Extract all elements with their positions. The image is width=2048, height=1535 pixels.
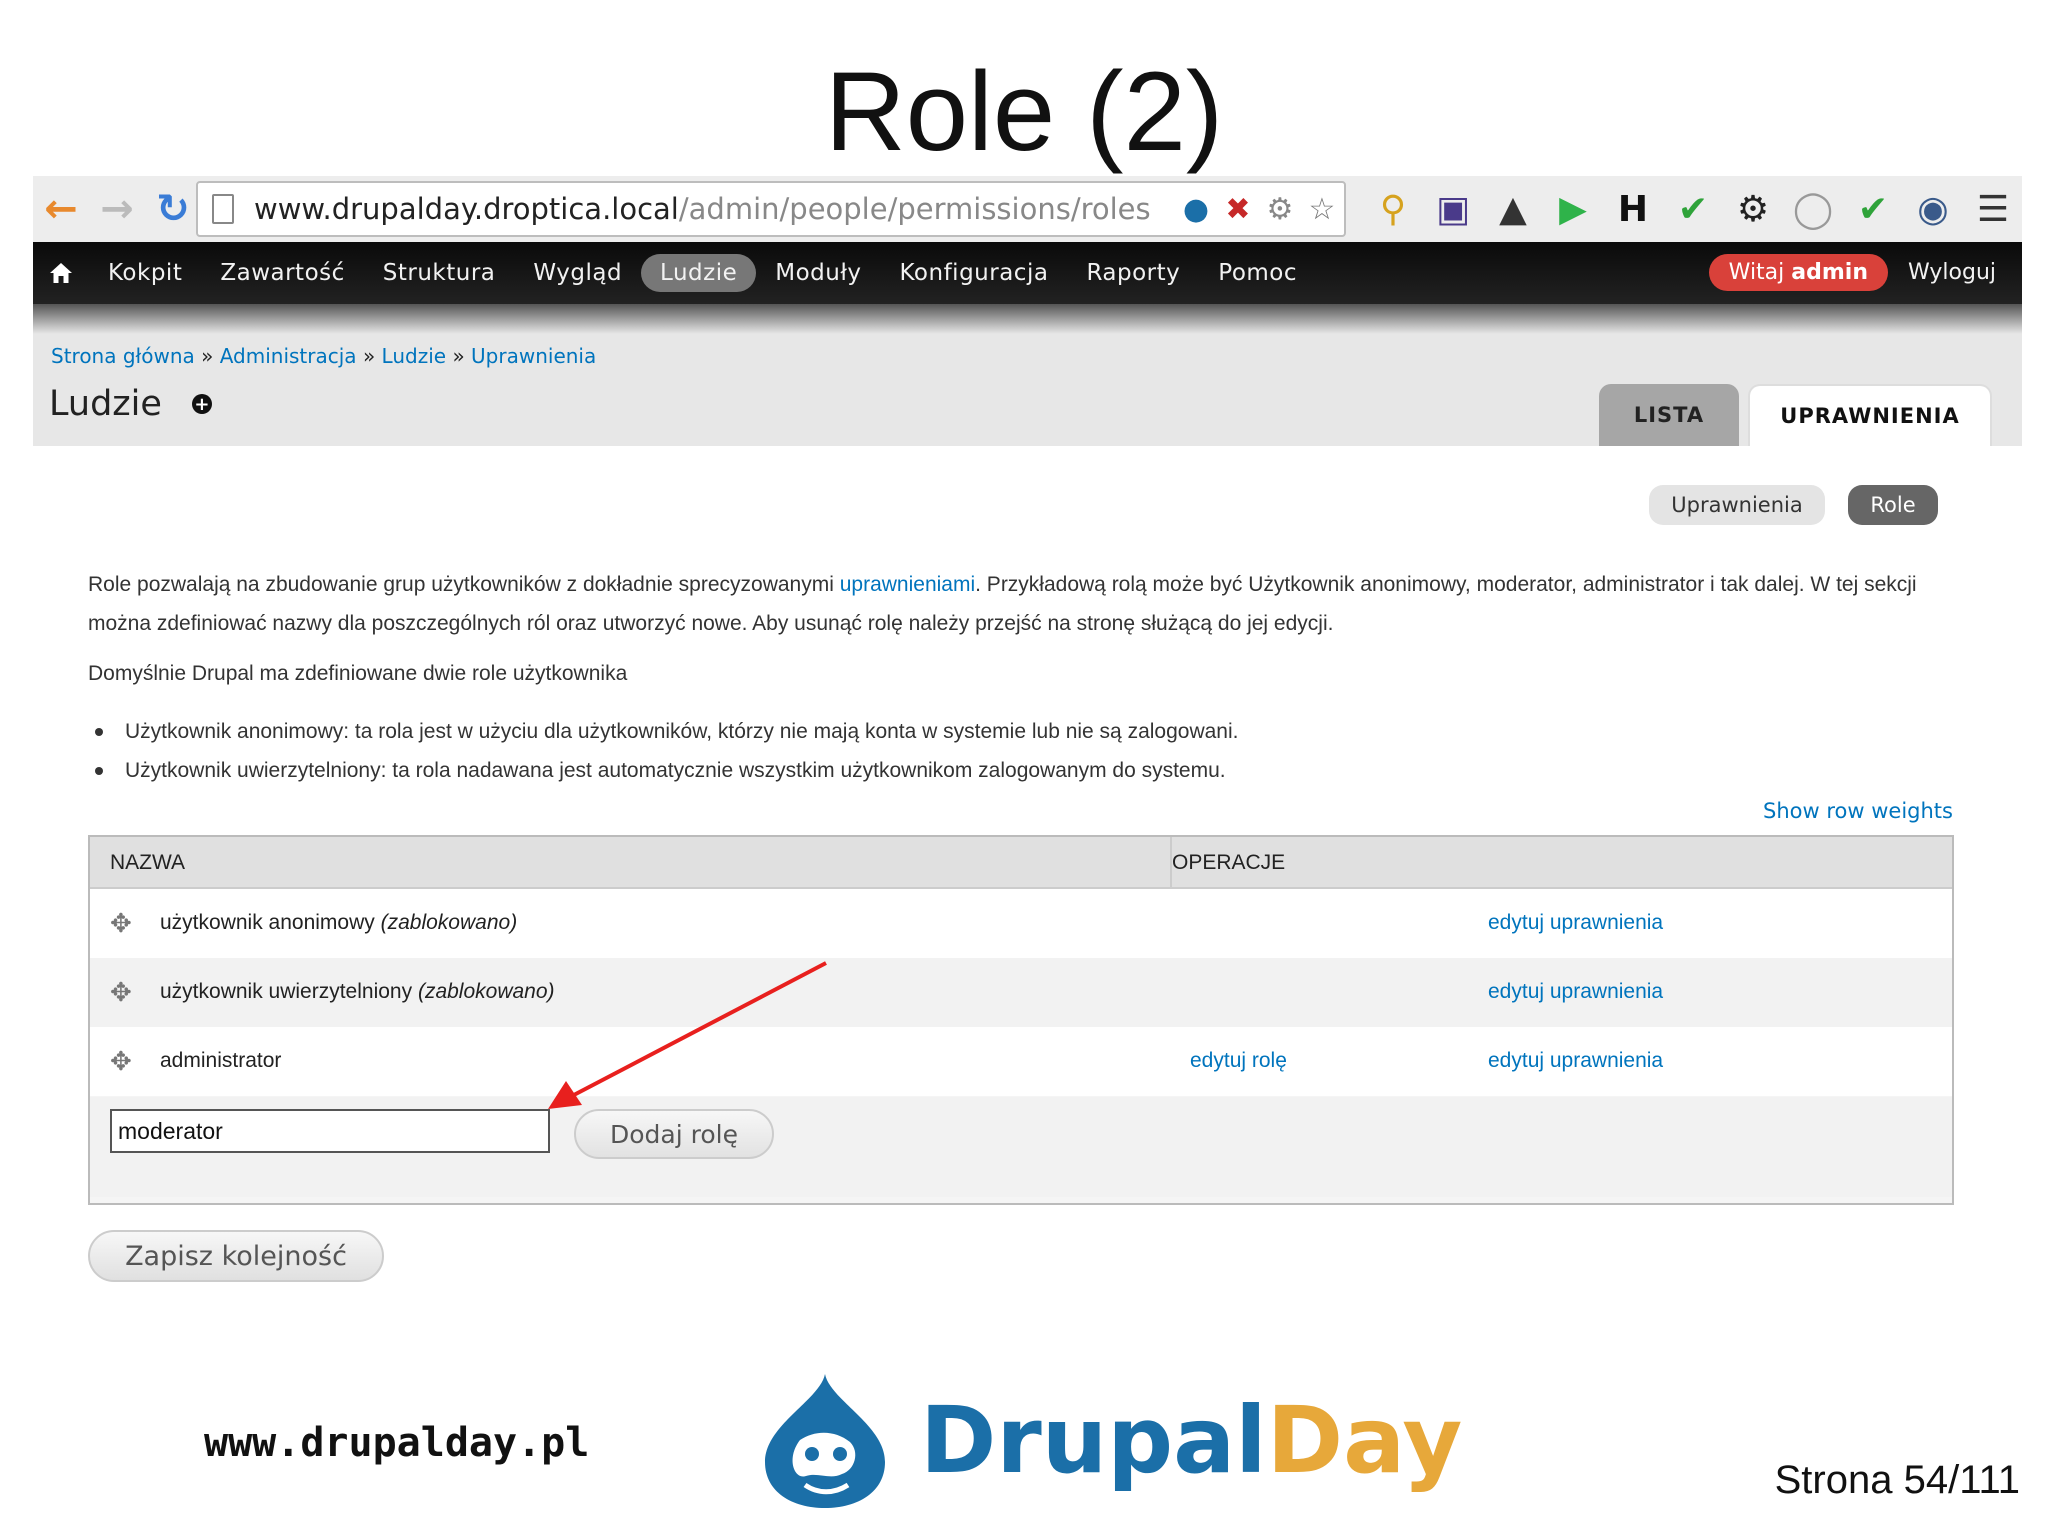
breadcrumb-administracja[interactable]: Administracja: [220, 344, 357, 368]
key-icon[interactable]: ⚲: [1363, 182, 1423, 236]
list-item: Użytkownik uwierzytelniony: ta rola nada…: [95, 751, 1238, 790]
logo-day: Day: [1266, 1386, 1463, 1494]
page-title: Ludzie: [49, 384, 162, 424]
intro-paragraph: Role pozwalają na zbudowanie grup użytko…: [88, 565, 1968, 643]
column-header-operations: OPERACJE: [1172, 851, 1286, 874]
role-name: użytkownik uwierzytelniony (zablokowano): [160, 980, 555, 1004]
edit-permissions-link[interactable]: edytuj uprawnienia: [1488, 1049, 1663, 1073]
page-number: Strona 54/111: [1774, 1458, 2020, 1502]
list-item: Użytkownik anonimowy: ta rola jest w uży…: [95, 712, 1238, 751]
menu-item-moduly[interactable]: Moduły: [756, 254, 880, 292]
stop-icon[interactable]: ✖: [1220, 191, 1256, 227]
slide-title: Role (2): [824, 49, 1224, 174]
menu-item-raporty[interactable]: Raporty: [1067, 254, 1199, 292]
drag-handle-icon[interactable]: ✥: [110, 910, 132, 936]
forward-icon[interactable]: →: [89, 181, 145, 237]
add-shortcut-icon[interactable]: +: [191, 394, 212, 415]
secondary-tab-role[interactable]: Role: [1848, 485, 1938, 525]
role-name: użytkownik anonimowy (zablokowano): [160, 911, 517, 935]
new-role-input[interactable]: [110, 1109, 550, 1153]
default-roles-list: Użytkownik anonimowy: ta rola jest w uży…: [95, 712, 1238, 790]
role-label: użytkownik uwierzytelniony: [160, 980, 413, 1003]
secondary-tab-uprawnienia[interactable]: Uprawnienia: [1649, 485, 1825, 525]
menu-item-ludzie[interactable]: Ludzie: [641, 254, 757, 292]
gear-icon[interactable]: ⚙: [1262, 191, 1298, 227]
breadcrumb-ludzie[interactable]: Ludzie: [382, 344, 447, 368]
table-row: ✥ użytkownik anonimowy (zablokowano) edy…: [90, 889, 1952, 958]
toolbar-shadow: [33, 304, 2022, 334]
reload-icon[interactable]: ↻: [145, 181, 201, 237]
drupalday-logo: DrupalDay: [760, 1370, 1462, 1510]
back-icon[interactable]: ←: [33, 181, 89, 237]
shield-icon[interactable]: ◯: [1783, 182, 1843, 236]
edit-permissions-link[interactable]: edytuj uprawnienia: [1488, 911, 1663, 935]
edit-permissions-link[interactable]: edytuj uprawnienia: [1488, 980, 1663, 1004]
permissions-link[interactable]: uprawnieniami: [840, 573, 975, 596]
breadcrumb-separator: »: [362, 344, 376, 368]
menu-item-wyglad[interactable]: Wygląd: [514, 254, 641, 292]
admin-toolbar: Kokpit Zawartość Struktura Wygląd Ludzie…: [33, 242, 2022, 304]
breadcrumb-separator: »: [201, 344, 214, 368]
page-icon: [212, 194, 234, 224]
save-order-button[interactable]: Zapisz kolejność: [88, 1230, 384, 1282]
menu-item-pomoc[interactable]: Pomoc: [1199, 254, 1316, 292]
roles-table: NAZWA OPERACJE ✥ użytkownik anonimowy (z…: [88, 835, 1954, 1205]
drupal-icon[interactable]: ●: [1178, 191, 1214, 227]
logo-text: DrupalDay: [920, 1387, 1462, 1494]
breadcrumb-home[interactable]: Strona główna: [51, 344, 195, 368]
home-icon[interactable]: [33, 262, 89, 284]
role-label: użytkownik anonimowy: [160, 911, 375, 934]
logo-drupal: Drupal: [920, 1386, 1267, 1494]
url-path: /admin/people/permissions/roles: [678, 192, 1151, 226]
role-name: administrator: [160, 1049, 281, 1073]
welcome-prefix: Witaj: [1728, 260, 1785, 285]
tab-lista[interactable]: LISTA: [1599, 384, 1739, 446]
play-icon[interactable]: ▶: [1543, 182, 1603, 236]
annotation-arrow: [548, 961, 827, 1109]
breadcrumb: Strona główna » Administracja » Ludzie »…: [51, 344, 596, 368]
add-role-row: Dodaj rolę: [90, 1097, 1952, 1197]
edit-role-link[interactable]: edytuj rolę: [1190, 1049, 1287, 1073]
show-row-weights-link[interactable]: Show row weights: [1763, 799, 1953, 823]
drupal-drop-icon: [765, 1374, 885, 1508]
browser-toolbar: ← → ↻ www.drupalday.droptica.local/admin…: [33, 176, 2022, 242]
menu-item-struktura[interactable]: Struktura: [364, 254, 515, 292]
page-header: Strona główna » Administracja » Ludzie »…: [33, 334, 2022, 446]
check-icon[interactable]: ✔: [1843, 182, 1903, 236]
role-locked-note: (zablokowano): [380, 911, 518, 934]
breadcrumb-uprawnienia[interactable]: Uprawnienia: [471, 344, 596, 368]
stamp-icon[interactable]: ▲: [1483, 182, 1543, 236]
drag-handle-icon[interactable]: ✥: [110, 1048, 132, 1074]
image-icon[interactable]: ▣: [1423, 182, 1483, 236]
logout-link[interactable]: Wyloguj: [1908, 260, 1996, 285]
star-icon[interactable]: ☆: [1304, 191, 1340, 227]
intro-text: Role pozwalają na zbudowanie grup użytko…: [88, 573, 840, 596]
address-bar[interactable]: www.drupalday.droptica.local/admin/peopl…: [196, 181, 1346, 237]
camera-icon[interactable]: ◉: [1903, 182, 1963, 236]
gear-icon[interactable]: ⚙: [1723, 182, 1783, 236]
menu-item-zawartosc[interactable]: Zawartość: [201, 254, 363, 292]
table-row: ✥ administrator edytuj rolę edytuj upraw…: [90, 1027, 1952, 1096]
add-role-button[interactable]: Dodaj rolę: [574, 1109, 774, 1159]
check-icon[interactable]: ✔: [1663, 182, 1723, 236]
h-icon[interactable]: H: [1603, 182, 1663, 236]
tab-uprawnienia[interactable]: UPRAWNIENIA: [1748, 384, 1992, 446]
url-host: www.drupalday.droptica.local: [254, 192, 679, 226]
table-row: ✥ użytkownik uwierzytelniony (zablokowan…: [90, 958, 1952, 1027]
role-label: administrator: [160, 1049, 282, 1072]
menu-icon[interactable]: ☰: [1963, 182, 2023, 236]
breadcrumb-separator: »: [452, 344, 465, 368]
drag-handle-icon[interactable]: ✥: [110, 979, 132, 1005]
welcome-user: admin: [1791, 260, 1869, 285]
menu-item-kokpit[interactable]: Kokpit: [89, 254, 201, 292]
footer-url: www.drupalday.pl: [204, 1420, 590, 1466]
column-header-name: NAZWA: [110, 851, 186, 874]
default-roles-intro: Domyślnie Drupal ma zdefiniowane dwie ro…: [88, 662, 628, 685]
table-header: NAZWA OPERACJE: [90, 837, 1952, 889]
welcome-badge[interactable]: Witaj admin: [1708, 254, 1889, 291]
menu-item-konfiguracja[interactable]: Konfiguracja: [881, 254, 1068, 292]
